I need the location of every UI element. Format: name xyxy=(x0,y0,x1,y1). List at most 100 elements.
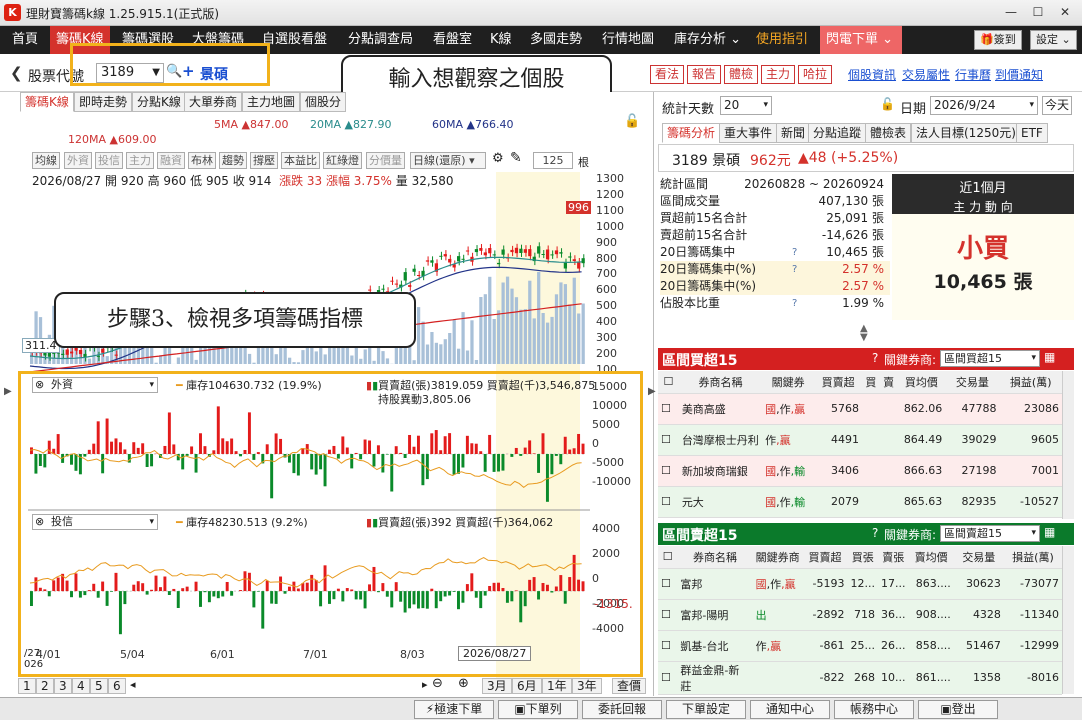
candle xyxy=(448,258,452,263)
sell-broker-select[interactable]: 區間賣超15 ▾ xyxy=(940,525,1040,542)
table-cell: -2892 xyxy=(802,599,848,631)
table-cell: 908.... xyxy=(908,599,954,631)
candle xyxy=(394,283,398,285)
menu-inventory[interactable]: 庫存分析 ⌄ xyxy=(668,26,747,54)
volume-bar xyxy=(457,348,461,364)
sell-scrollbar[interactable] xyxy=(1062,546,1074,694)
notify-center-button[interactable]: 通知中心 xyxy=(750,700,830,719)
menu-home[interactable]: 首頁 xyxy=(6,26,44,54)
table-cell: 865.63 xyxy=(897,486,946,518)
row-checkbox[interactable]: ☐ xyxy=(658,630,678,662)
rtab-branch-track[interactable]: 分點追蹤 xyxy=(808,123,867,143)
order-settings-button[interactable]: 下單設定 xyxy=(666,700,746,719)
candle xyxy=(474,249,479,253)
menu-kline[interactable]: K線 xyxy=(484,26,518,54)
menu-flash-order[interactable]: 閃電下單 ⌄ xyxy=(820,26,902,54)
lookup-button[interactable]: 查價 xyxy=(612,678,647,694)
table-row[interactable]: ☐ 富邦-陽明出 -2892 718 36... 908.... 4328 -11340 xyxy=(658,599,1062,631)
help-icon[interactable]: ? xyxy=(872,526,878,540)
page-3[interactable]: 3 xyxy=(54,678,72,694)
lock-icon[interactable]: 🔓 xyxy=(880,97,895,111)
help-icon[interactable]: ? xyxy=(792,295,797,312)
menu-multi-country[interactable]: 多國走勢 xyxy=(524,26,588,54)
table-row[interactable]: ☐ 新加坡商瑞銀 國,作,輸 3406 866.63 27198 7001 xyxy=(658,455,1062,487)
zoom-in-icon[interactable]: ⊕ xyxy=(458,676,469,691)
main-force-button[interactable]: 主力 xyxy=(761,65,796,84)
page-4[interactable]: 4 xyxy=(72,678,90,694)
order-bar-button[interactable]: ▣下單列 xyxy=(498,700,578,719)
page-2[interactable]: 2 xyxy=(36,678,54,694)
rtab-news[interactable]: 新聞 xyxy=(776,123,811,143)
table-row[interactable]: ☐ 凱基-台北 作,贏 -861 25... 26... 858.... 51467 -1299… xyxy=(658,630,1062,662)
today-button[interactable]: 今天 xyxy=(1042,96,1072,115)
table-row[interactable]: ☐ 富邦 國,作,贏 -5193 12... 17... 863.... 30623 -7307… xyxy=(658,568,1062,600)
period-6m[interactable]: 6月 xyxy=(512,678,542,694)
row-checkbox[interactable]: ☐ xyxy=(658,568,678,600)
column-header[interactable]: ☐ xyxy=(658,371,679,394)
scroll-next-icon[interactable]: ▸ xyxy=(422,678,428,691)
close-icon[interactable]: ✕ xyxy=(1054,4,1076,21)
account-center-button[interactable]: 帳務中心 xyxy=(834,700,914,719)
table-row[interactable]: ☐ 元大 國,作,輸 2079 865.63 82935 -10527 xyxy=(658,486,1062,518)
logout-button[interactable]: ▣登出 xyxy=(918,700,998,719)
help-icon[interactable]: ? xyxy=(792,261,797,278)
row-checkbox[interactable]: ☐ xyxy=(658,455,679,487)
buy-broker-select[interactable]: 區間買超15 ▾ xyxy=(940,350,1040,367)
link-stock-info[interactable]: 個股資訊 xyxy=(848,66,896,83)
back-chevron-icon[interactable]: ❮ xyxy=(10,64,23,82)
collapse-right-icon[interactable]: ▶ xyxy=(648,386,656,397)
buy-scrollbar[interactable] xyxy=(1062,371,1074,519)
date-select[interactable]: 2026/9/24 ▾ xyxy=(930,96,1038,115)
report-button[interactable]: 報告 xyxy=(687,65,722,84)
rtab-chip-analysis[interactable]: 籌碼分析 xyxy=(662,123,721,143)
table-row[interactable]: ☐ 台灣摩根士丹利 作,贏 4491 864.49 39029 9605 xyxy=(658,424,1062,456)
link-calendar[interactable]: 行事曆 xyxy=(955,66,991,83)
rtab-checkup[interactable]: 體檢表 xyxy=(865,123,912,143)
page-6[interactable]: 6 xyxy=(108,678,126,694)
splitter-arrows-icon[interactable]: ▲ ▼ xyxy=(860,324,868,343)
rtab-events[interactable]: 重大事件 xyxy=(719,123,778,143)
rtab-etf[interactable]: ETF xyxy=(1016,123,1048,143)
column-header[interactable]: ☐ xyxy=(658,546,678,569)
row-checkbox[interactable]: ☐ xyxy=(658,661,678,695)
checkup-button[interactable]: 體檢 xyxy=(724,65,759,84)
collapse-left-icon[interactable]: ▶ xyxy=(4,386,12,397)
zoom-out-icon[interactable]: ⊖ xyxy=(432,676,443,691)
order-report-button[interactable]: 委託回報 xyxy=(582,700,662,719)
link-trade-attr[interactable]: 交易屬性 xyxy=(902,66,950,83)
row-checkbox[interactable]: ☐ xyxy=(658,393,679,425)
menu-branch-bureau[interactable]: 分點調查局 xyxy=(342,26,419,54)
rtab-target[interactable]: 法人目標(1250元) xyxy=(911,123,1021,143)
maximize-icon[interactable]: ☐ xyxy=(1027,4,1049,21)
help-icon[interactable]: ? xyxy=(792,244,797,261)
settings-button[interactable]: 設定 ⌄ xyxy=(1030,30,1077,50)
row-checkbox[interactable]: ☐ xyxy=(658,486,679,518)
row-checkbox[interactable]: ☐ xyxy=(658,599,678,631)
menu-market-map[interactable]: 行情地圖 xyxy=(596,26,660,54)
grid-icon[interactable]: ▦ xyxy=(1044,350,1055,364)
price-tick: 200 xyxy=(596,346,617,360)
buy-title: 區間買超15 xyxy=(662,353,738,369)
period-3y[interactable]: 3年 xyxy=(572,678,602,694)
page-next-icon[interactable]: ◂ xyxy=(130,678,136,691)
view-button[interactable]: 看法 xyxy=(650,65,685,84)
signin-button[interactable]: 🎁簽到 xyxy=(974,30,1022,50)
link-price-alert[interactable]: 到價通知 xyxy=(995,66,1043,83)
menu-trading-room[interactable]: 看盤室 xyxy=(427,26,478,54)
page-5[interactable]: 5 xyxy=(90,678,108,694)
table-row[interactable]: ☐ 美商高盛 國,作,贏 5768 862.06 47788 23086 xyxy=(658,393,1062,425)
fast-order-button[interactable]: ⚡極速下單 xyxy=(414,700,494,719)
stat-days-select[interactable]: 20 ▾ xyxy=(720,96,772,115)
highlight-box-indicators xyxy=(18,371,643,677)
minimize-icon[interactable]: — xyxy=(1000,4,1022,21)
table-row[interactable]: ☐ 群益金鼎-新莊 -822 268 10... 861.... 1358 -8016 xyxy=(658,661,1062,695)
menu-guide[interactable]: 使用指引 xyxy=(750,26,814,54)
chat-button[interactable]: 哈拉 xyxy=(798,65,833,84)
period-1y[interactable]: 1年 xyxy=(542,678,572,694)
row-checkbox[interactable]: ☐ xyxy=(658,424,679,456)
grid-icon[interactable]: ▦ xyxy=(1044,525,1055,539)
help-icon[interactable]: ? xyxy=(872,351,878,365)
period-3m[interactable]: 3月 xyxy=(482,678,512,694)
candle xyxy=(96,355,100,357)
page-1[interactable]: 1 xyxy=(18,678,36,694)
